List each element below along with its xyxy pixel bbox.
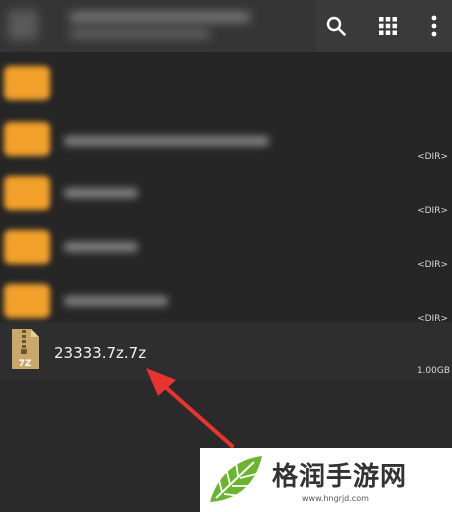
leaf-logo-icon: [210, 456, 262, 502]
red-arrow-annotation: [146, 368, 234, 448]
watermark-brand-text: 格润手游网: [272, 462, 408, 492]
watermark-url: www.hngrjd.com: [302, 494, 369, 503]
site-watermark: 格润手游网 www.hngrjd.com: [200, 448, 452, 512]
